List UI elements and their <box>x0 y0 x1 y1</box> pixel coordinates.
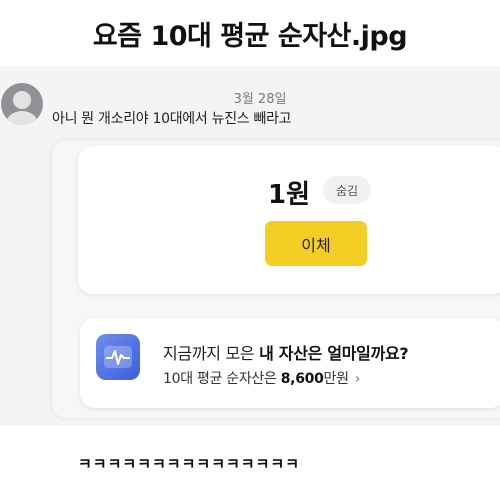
average-net-worth[interactable]: 10대 평균 순자산은 8,600만원 › <box>163 368 360 388</box>
transfer-button[interactable]: 이체 <box>265 221 367 266</box>
hide-balance-button[interactable]: 숨김 <box>323 176 371 204</box>
balance-amount: 1원 <box>268 180 311 210</box>
balance-card <box>78 146 500 294</box>
avatar-body-shape <box>6 111 38 125</box>
asset-question-bold: 내 자산은 얼마일까요? <box>259 344 409 363</box>
page-title: 요즘 10대 평균 순자산.jpg <box>92 21 408 52</box>
avatar-head-shape <box>13 91 31 109</box>
avatar[interactable] <box>1 83 43 125</box>
asset-chart-icon <box>96 334 140 380</box>
average-label: 10대 평균 순자산은 <box>163 371 281 387</box>
asset-question: 지금까지 모은 내 자산은 얼마일까요? <box>163 340 409 364</box>
page: 요즘 10대 평균 순자산.jpg 3월 28일 아니 뭔 개소리야 10대에서… <box>0 0 500 495</box>
average-value: 8,600 <box>280 371 324 387</box>
laugh-caption: ㅋㅋㅋㅋㅋㅋㅋㅋㅋㅋㅋㅋㅋㅋㅋ <box>78 455 301 473</box>
chat-date: 3월 28일 <box>233 92 287 107</box>
asset-question-prefix: 지금까지 모은 <box>163 344 260 363</box>
average-unit: 만원 <box>323 371 349 387</box>
pulse-line-icon <box>104 346 132 368</box>
chat-message: 아니 뭔 개소리야 10대에서 뉴진스 빼라고 <box>52 111 292 127</box>
screenshot-photo: 3월 28일 아니 뭔 개소리야 10대에서 뉴진스 빼라고 1원 숨김 이체 … <box>0 66 500 426</box>
chevron-right-icon: › <box>354 371 361 387</box>
